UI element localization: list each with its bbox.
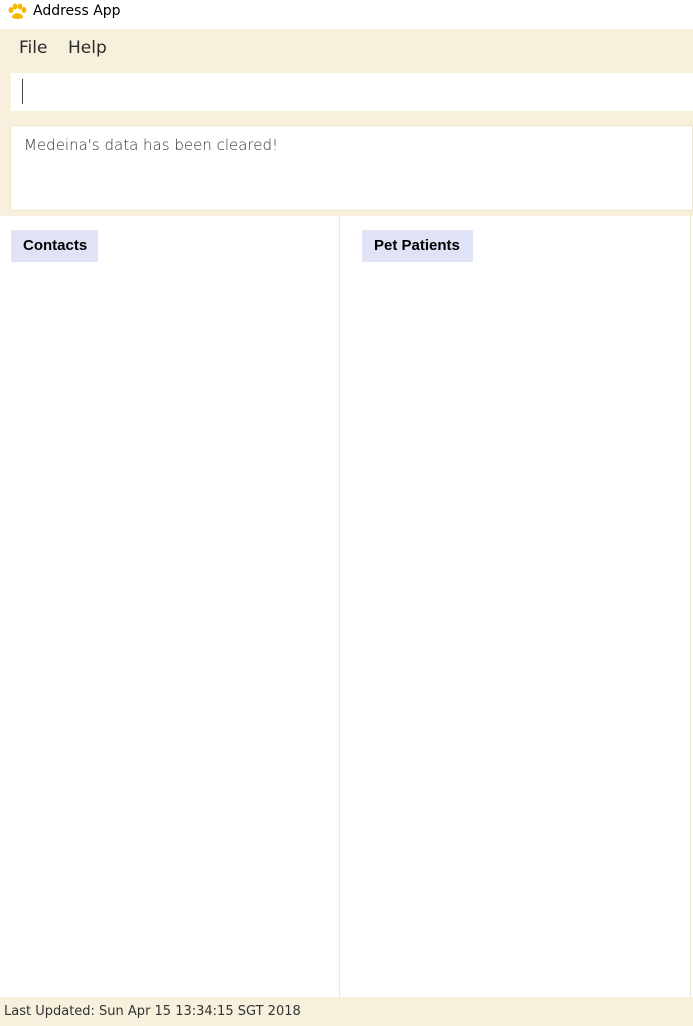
result-message: Medeina's data has been cleared! <box>24 136 279 154</box>
command-box-area <box>0 66 693 116</box>
window-title: Address App <box>33 3 121 19</box>
pet-patients-panel[interactable]: Pet Patients <box>341 216 691 997</box>
contacts-panel[interactable]: Contacts <box>0 216 340 997</box>
contacts-header: Contacts <box>11 230 98 262</box>
last-updated-status: Last Updated: Sun Apr 15 13:34:15 SGT 20… <box>4 1004 301 1019</box>
menu-help[interactable]: Help <box>68 38 107 58</box>
pet-patients-header: Pet Patients <box>362 230 473 262</box>
title-bar: Address App <box>0 0 693 29</box>
menu-file[interactable]: File <box>19 38 47 58</box>
text-caret <box>22 79 23 104</box>
menu-bar: File Help <box>0 29 693 66</box>
result-display: Medeina's data has been cleared! <box>10 125 693 211</box>
status-bar: Last Updated: Sun Apr 15 13:34:15 SGT 20… <box>0 997 693 1026</box>
result-display-area: Medeina's data has been cleared! <box>0 116 693 216</box>
command-input[interactable] <box>11 73 693 111</box>
paw-icon <box>8 3 27 19</box>
